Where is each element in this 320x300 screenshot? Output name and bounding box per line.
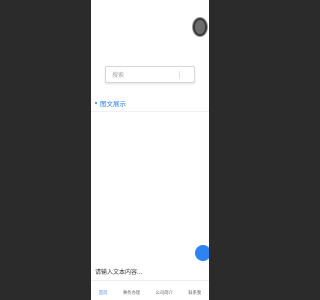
message-input[interactable]: 请输入文本内容... [95,267,143,276]
search-input[interactable]: 搜索 [105,66,195,83]
nav-item-contact[interactable]: 联系我 [188,290,201,296]
divider [91,111,209,112]
bottom-nav: 首页 事务办理 公司简介 联系我 [91,290,209,296]
section-title: 图文展示 [95,98,126,108]
bullet-icon [95,102,97,104]
nav-item-company[interactable]: 公司简介 [156,290,173,296]
avatar[interactable] [193,18,207,36]
search-placeholder: 搜索 [112,72,125,79]
search-divider [179,71,180,79]
nav-item-affairs[interactable]: 事务办理 [123,290,140,296]
divider [91,280,209,281]
mobile-screen: 搜索 图文展示 请输入文本内容... 首页 事务办理 公司简介 联系我 [91,0,209,300]
floating-action-button[interactable] [195,245,209,261]
nav-item-home[interactable]: 首页 [99,290,108,296]
section-title-label: 图文展示 [100,100,126,108]
